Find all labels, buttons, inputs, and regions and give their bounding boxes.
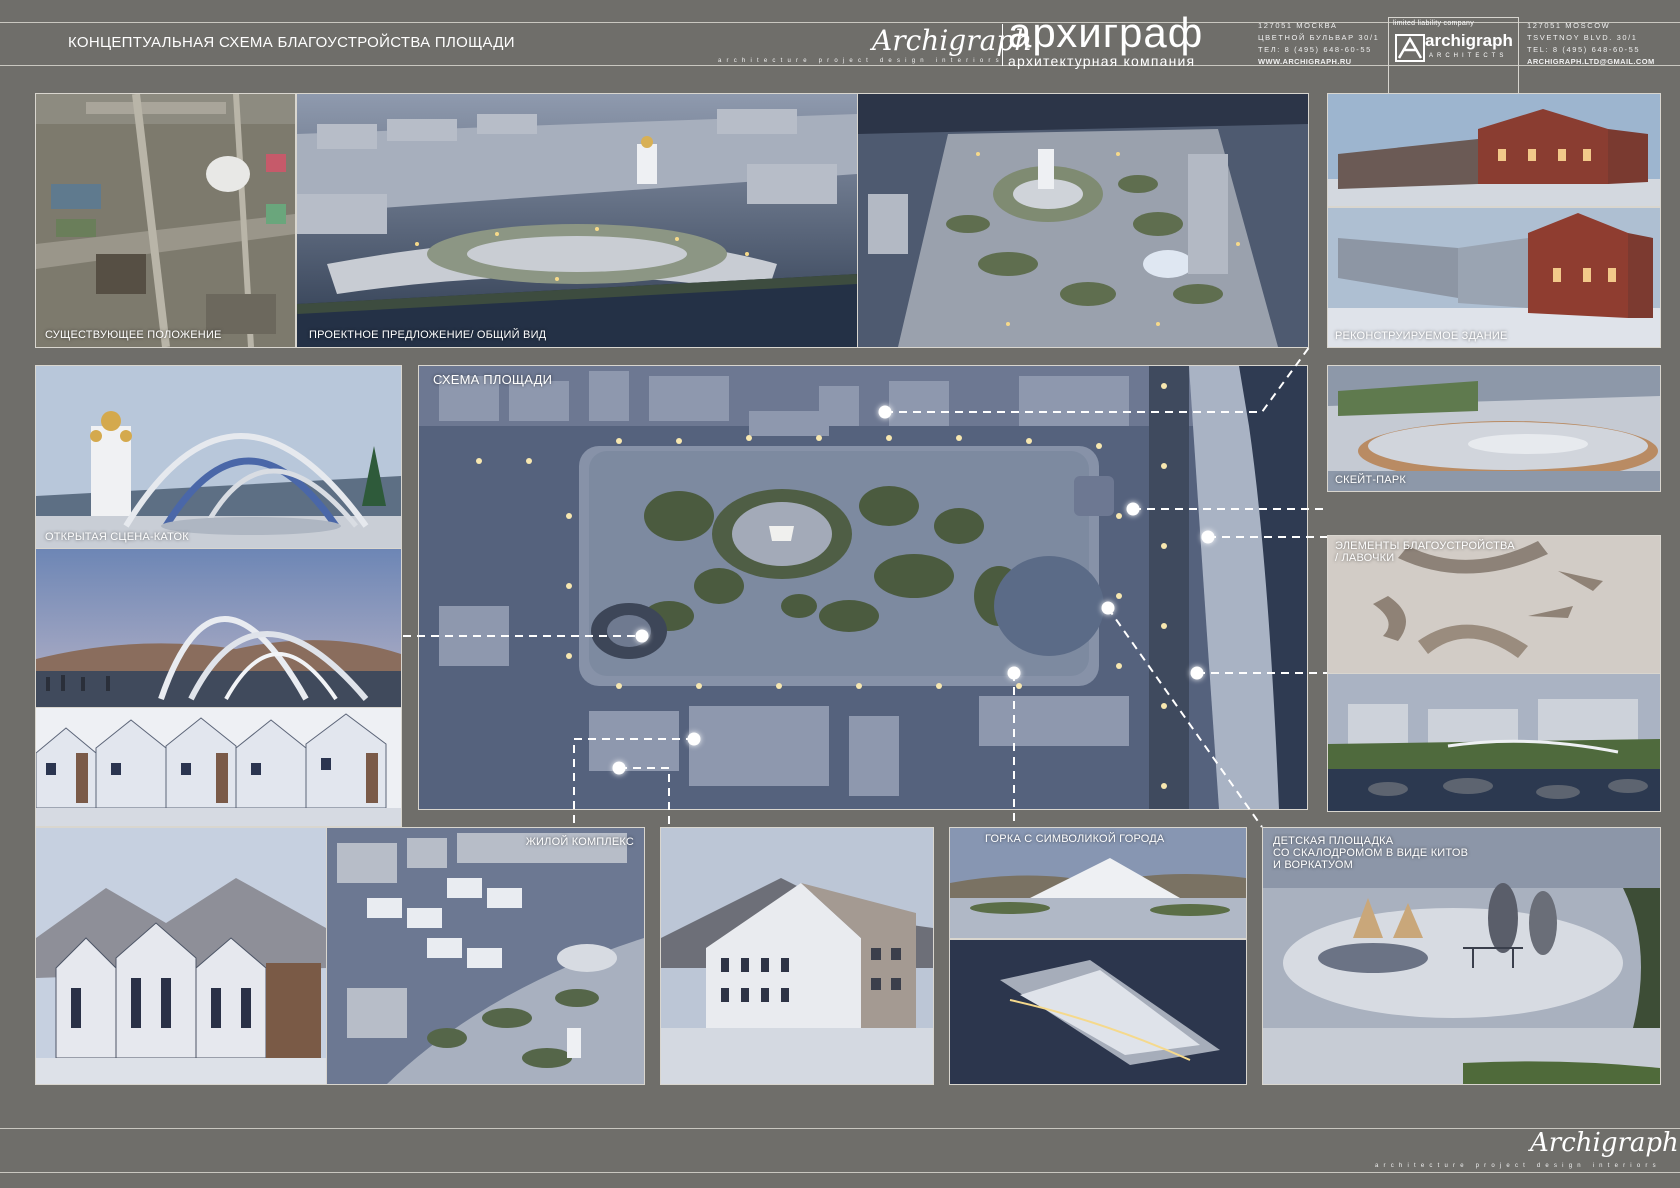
header-divider [1002, 24, 1003, 66]
residential-building-render [660, 827, 934, 1085]
playground-render: ДЕТСКАЯ ПЛОЩАДКА СО СКАЛОДРОМОМ В ВИДЕ К… [1262, 827, 1661, 1085]
address-en: 127051 MOSCOW TSVETNOY BLVD. 30/1 TEL: 8… [1527, 21, 1655, 66]
residential-aerial-render: ЖИЛОЙ КОМПЛЕКС [326, 827, 645, 1085]
open-stage-render-2 [35, 548, 402, 708]
label-elements: ЭЛЕМЕНТЫ БЛАГОУСТРОЙСТВА / ЛАВОЧКИ [1335, 540, 1515, 564]
logo-mark-icon [1395, 34, 1425, 62]
existing-aerial-photo: СУЩЕСТВУЮЩЕЕ ПОЛОЖЕНИЕ [35, 93, 296, 348]
residential-row-render [35, 707, 402, 827]
marker-skate [1126, 502, 1140, 516]
footer-top-rule [0, 1128, 1680, 1129]
brand-name: архиграф [1008, 9, 1204, 56]
marker-elements [1201, 530, 1215, 544]
reconstructed-building-photo-2: РЕКОНСТРУИРУЕМОЕ ЗДАНИЕ [1327, 207, 1661, 348]
square-site-plan: СХЕМА ПЛОЩАДИ [418, 365, 1308, 810]
header-tagline: architecture project design interiors [718, 58, 1004, 64]
benches-render: ЭЛЕМЕНТЫ БЛАГОУСТРОЙСТВА / ЛАВОЧКИ [1327, 535, 1661, 674]
proposal-overview-render: ПРОЕКТНОЕ ПРЕДЛОЖЕНИЕ/ ОБЩИЙ ВИД [296, 93, 858, 348]
label-reconstructed: РЕКОНСТРУИРУЕМОЕ ЗДАНИЕ [1335, 330, 1508, 342]
page-title: КОНЦЕПТУАЛЬНАЯ СХЕМА БЛАГОУСТРОЙСТВА ПЛО… [68, 34, 515, 51]
city-hill-render-2 [949, 939, 1247, 1085]
label-hill: ГОРКА С СИМВОЛИКОЙ ГОРОДА [985, 833, 1165, 845]
embankment-render [1327, 673, 1661, 812]
label-stage: ОТКРЫТАЯ СЦЕНА-КАТОК [45, 531, 189, 543]
label-skate: СКЕЙТ-ПАРК [1335, 474, 1406, 486]
label-scheme: СХЕМА ПЛОЩАДИ [433, 372, 553, 387]
reconstructed-building-photo-1 [1327, 93, 1661, 207]
brand-subtitle: архитектурная компания [1008, 53, 1196, 69]
residential-front-render [35, 827, 327, 1085]
city-hill-render-1: ГОРКА С СИМВОЛИКОЙ ГОРОДА [949, 827, 1247, 939]
marker-stage [635, 629, 649, 643]
marker-embankment [1190, 666, 1204, 680]
proposal-night-aerial [857, 93, 1309, 348]
marker-hill [1007, 666, 1021, 680]
label-existing: СУЩЕСТВУЮЩЕЕ ПОЛОЖЕНИЕ [45, 329, 222, 341]
label-playground: ДЕТСКАЯ ПЛОЩАДКА СО СКАЛОДРОМОМ В ВИДЕ К… [1273, 835, 1469, 871]
marker-playground [1101, 601, 1115, 615]
marker-residential-1 [687, 732, 701, 746]
footer-bottom-rule [0, 1172, 1680, 1173]
open-stage-render-1: ОТКРЫТАЯ СЦЕНА-КАТОК [35, 365, 402, 549]
skate-park-render: СКЕЙТ-ПАРК [1327, 365, 1661, 492]
label-residential: ЖИЛОЙ КОМПЛЕКС [525, 836, 634, 848]
marker-reconstructed [878, 405, 892, 419]
address-ru: 127051 МОСКВА ЦВЕТНОЙ БУЛЬВАР 30/1 ТЕЛ: … [1258, 21, 1380, 66]
footer-signature-logo: Archigraph [1530, 1128, 1679, 1158]
footer-tagline: architecture project design interiors [1375, 1163, 1661, 1169]
label-proposal: ПРОЕКТНОЕ ПРЕДЛОЖЕНИЕ/ ОБЩИЙ ВИД [309, 329, 547, 341]
marker-residential-2 [612, 761, 626, 775]
